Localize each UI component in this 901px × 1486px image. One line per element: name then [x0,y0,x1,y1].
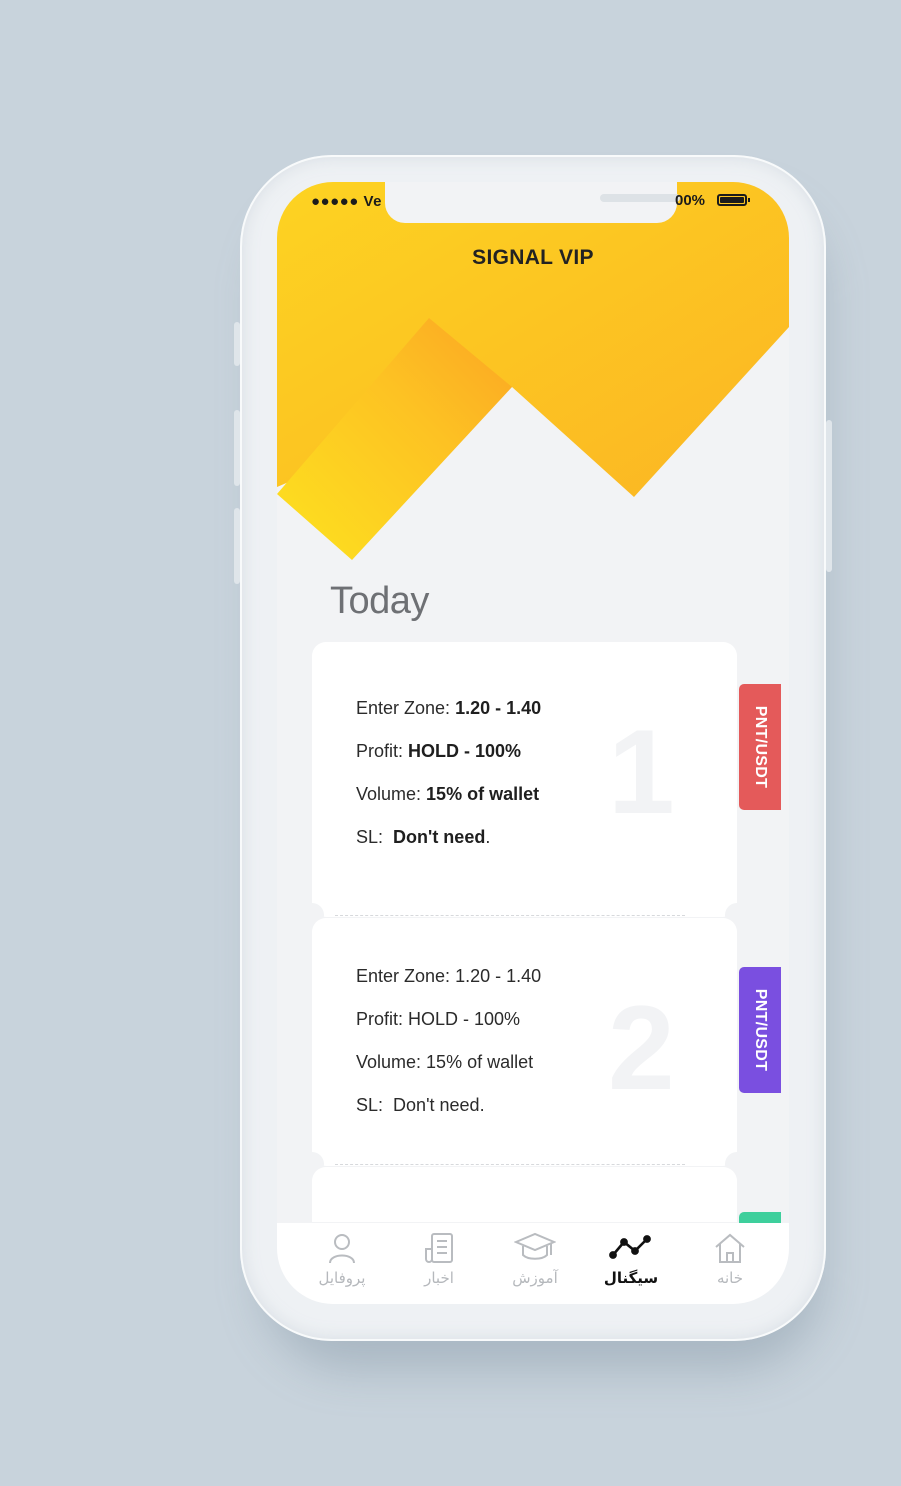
graduation-cap-icon [514,1232,556,1260]
tab-signal[interactable]: سیگنال [583,1223,679,1304]
profit-row: Profit: HOLD - 100% [356,1009,521,1029]
tab-profile[interactable]: پروفایل [294,1223,390,1304]
signal-line-icon [609,1235,651,1259]
stop-loss-row: SL: Don't need. [356,827,491,847]
pair-tag[interactable]: PNT/USDT [739,684,781,810]
tab-label: اخبار [424,1270,454,1287]
tab-home[interactable]: خانه [682,1223,778,1304]
volume-row: Volume: 15% of wallet [356,1052,534,1072]
carrier-signal: ●●●●● Ve [311,193,382,210]
tab-label: خانه [716,1270,744,1287]
user-icon [329,1234,355,1264]
profit-row: Profit: HOLD - 100% [356,741,522,761]
tab-label: آموزش [512,1270,558,1287]
device-notch [385,182,680,223]
signal-number: 2 [608,981,675,1115]
news-icon [425,1233,453,1263]
signal-card[interactable]: 2 Enter Zone: 1.20 - 1.40 Profit: HOLD -… [312,918,737,1166]
tab-education[interactable]: آموزش [487,1223,583,1304]
bottom-tab-bar: پروفایل اخبار آموزش سیگنال خانه [277,1223,789,1304]
battery-percent: 00% [675,192,706,209]
pair-tag[interactable]: PNT/USDT [739,967,781,1093]
card-divider [335,1164,685,1165]
battery-icon [717,194,750,206]
section-title-today: Today [330,580,429,622]
card-divider [335,915,685,916]
tab-label: پروفایل [318,1270,366,1287]
hero-graphic [277,182,789,560]
volume-row: Volume: 15% of wallet [356,784,540,804]
power-button [826,420,832,572]
signal-card[interactable]: 1 Enter Zone: 1.20 - 1.40 Profit: HOLD -… [312,642,737,917]
tab-news[interactable]: اخبار [391,1223,487,1304]
tab-label: سیگنال [603,1270,659,1287]
home-icon [715,1233,745,1263]
enter-zone-row: Enter Zone: 1.20 - 1.40 [356,698,542,718]
enter-zone-row: Enter Zone: 1.20 - 1.40 [356,966,542,986]
page-title: SIGNAL VIP [472,246,594,269]
app-screen: ●●●●● Ve 00% SIGNAL VIP Today 1 Enter Zo… [277,182,789,1304]
stop-loss-row: SL: Don't need. [356,1095,485,1115]
signal-list[interactable]: 1 Enter Zone: 1.20 - 1.40 Profit: HOLD -… [312,642,737,1222]
signal-number: 1 [608,705,675,839]
speaker-grille [600,194,680,202]
signal-card[interactable] [312,1167,737,1222]
